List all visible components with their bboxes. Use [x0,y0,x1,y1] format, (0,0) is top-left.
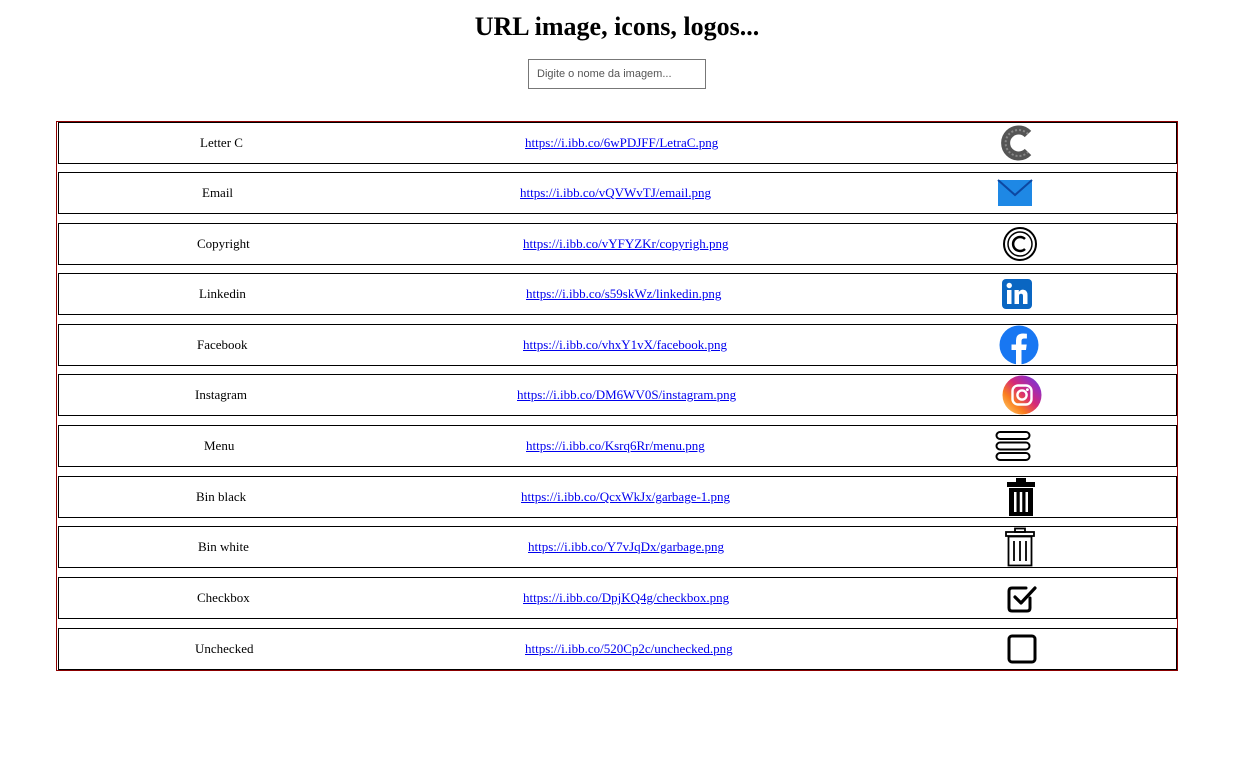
table-row: Email https://i.ibb.co/vQVWvTJ/email.png [58,172,1177,214]
letter-c-icon [997,124,1037,162]
image-name: Facebook [197,337,248,352]
image-name: Menu [204,438,235,453]
bin-white-icon [1000,527,1040,567]
image-url-link[interactable]: https://i.ibb.co/DpjKQ4g/checkbox.png [523,578,729,618]
image-url-link[interactable]: https://i.ibb.co/s59skWz/linkedin.png [526,274,721,314]
image-name: Bin black [196,489,247,504]
search-input[interactable] [529,60,705,88]
image-name: Instagram [195,387,247,402]
image-url-link[interactable]: https://i.ibb.co/Y7vJqDx/garbage.png [528,527,724,567]
search-box[interactable] [528,59,706,89]
copyright-icon [1000,225,1040,263]
image-name: Checkbox [197,590,250,605]
table-row: Bin white https://i.ibb.co/Y7vJqDx/garba… [58,526,1177,568]
image-table: Letter C https://i.ibb.co/6wPDJFF/LetraC… [56,121,1178,671]
linkedin-icon [997,275,1037,313]
image-name: Linkedin [199,286,246,301]
checkbox-icon [1002,579,1042,617]
table-row: Linkedin https://i.ibb.co/s59skWz/linked… [58,273,1177,315]
facebook-icon [999,325,1039,365]
image-url-link[interactable]: https://i.ibb.co/Ksrq6Rr/menu.png [526,426,705,466]
unchecked-icon [1002,630,1042,668]
table-row: Checkbox https://i.ibb.co/DpjKQ4g/checkb… [58,577,1177,619]
image-url-link[interactable]: https://i.ibb.co/vhxY1vX/facebook.png [523,325,727,365]
page-title: URL image, icons, logos... [474,12,760,41]
instagram-icon [1002,375,1042,415]
image-url-link[interactable]: https://i.ibb.co/vQVWvTJ/email.png [520,173,711,213]
image-url-link[interactable]: https://i.ibb.co/vYFYZKr/copyrigh.png [523,224,728,264]
menu-icon [993,427,1033,465]
table-row: Letter C https://i.ibb.co/6wPDJFF/LetraC… [58,122,1177,164]
table-row: Unchecked https://i.ibb.co/520Cp2c/unche… [58,628,1177,670]
image-name: Letter C [200,135,243,150]
table-row: Copyright https://i.ibb.co/vYFYZKr/copyr… [58,223,1177,265]
image-name: Unchecked [195,641,254,656]
image-name: Bin white [198,539,249,554]
bin-black-icon [1001,478,1041,516]
image-url-link[interactable]: https://i.ibb.co/QcxWkJx/garbage-1.png [521,477,730,517]
table-row: Facebook https://i.ibb.co/vhxY1vX/facebo… [58,324,1177,366]
image-name: Copyright [197,236,250,251]
image-url-link[interactable]: https://i.ibb.co/6wPDJFF/LetraC.png [525,123,718,163]
image-url-link[interactable]: https://i.ibb.co/DM6WV0S/instagram.png [517,375,736,415]
table-row: Bin black https://i.ibb.co/QcxWkJx/garba… [58,476,1177,518]
table-row: Instagram https://i.ibb.co/DM6WV0S/insta… [58,374,1177,416]
table-row: Menu https://i.ibb.co/Ksrq6Rr/menu.png [58,425,1177,467]
email-icon [995,174,1035,212]
image-url-link[interactable]: https://i.ibb.co/520Cp2c/unchecked.png [525,629,733,669]
image-name: Email [202,185,234,200]
